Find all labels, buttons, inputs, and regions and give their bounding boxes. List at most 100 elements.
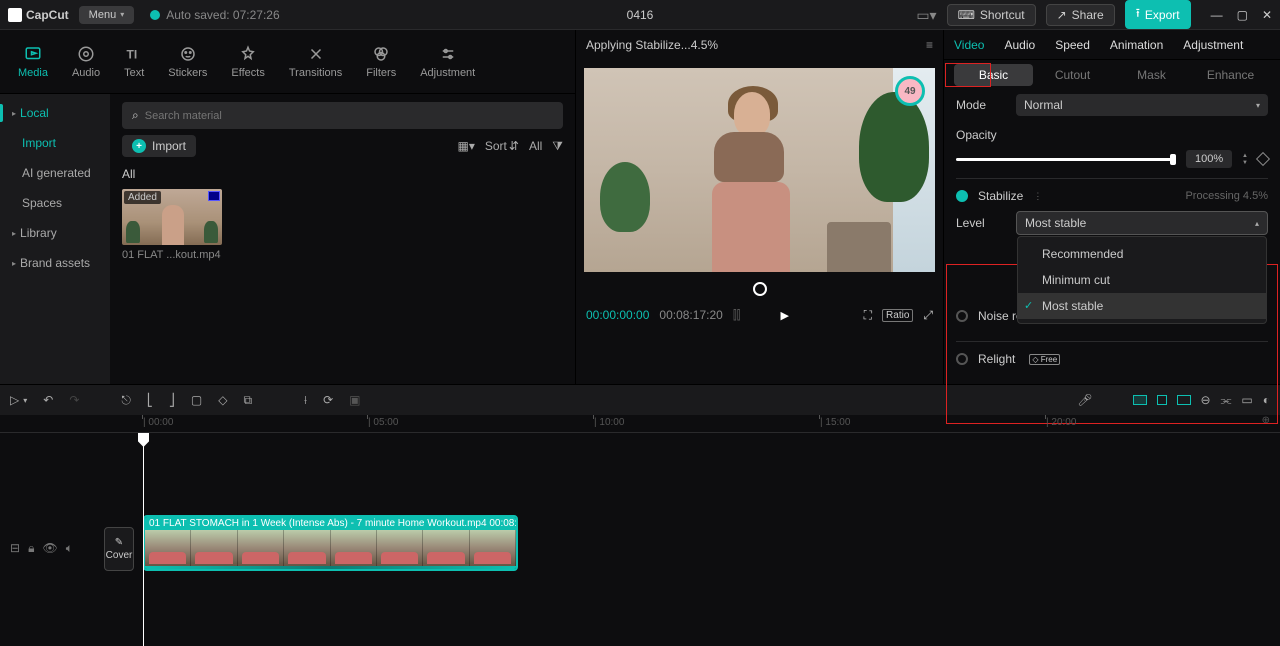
track-collapse-icon[interactable]: ⊟	[10, 541, 20, 556]
minimize-icon[interactable]: —	[1211, 8, 1223, 22]
opacity-slider[interactable]	[956, 158, 1176, 161]
settings-icon[interactable]: ◐	[1263, 393, 1270, 407]
undo-icon[interactable]: ↶	[43, 393, 53, 407]
filter-all-button[interactable]: All	[529, 139, 542, 153]
cover-button[interactable]: ✎ Cover	[104, 527, 134, 571]
search-input[interactable]: ⌕	[122, 102, 563, 129]
tab-text[interactable]: TIText	[112, 39, 156, 85]
filter-icon[interactable]: ⧩	[552, 139, 563, 154]
title-bar: CapCut Menu▾ Auto saved: 07:27:26 0416 ▭…	[0, 0, 1280, 30]
inspector-tab-video[interactable]: Video	[954, 38, 984, 52]
stabilize-checkbox[interactable]	[956, 190, 968, 202]
trim-right-icon[interactable]: ⎦	[169, 393, 175, 407]
mirror-icon[interactable]: ⟊	[304, 393, 307, 408]
stabilize-menu-icon[interactable]: ⋮	[1033, 191, 1042, 202]
keyframe-icon[interactable]	[1256, 152, 1270, 166]
thumbnail-name: 01 FLAT ...kout.mp4	[122, 249, 222, 261]
play-button[interactable]: ▶	[781, 309, 789, 322]
shortcut-button[interactable]: ⌨Shortcut	[947, 4, 1036, 26]
sort-button[interactable]: Sort ⇵	[485, 139, 519, 153]
copy-icon[interactable]: ⧉	[243, 393, 252, 408]
sidebar-item-library[interactable]: ▸Library	[0, 218, 110, 248]
track-toggle-2[interactable]	[1157, 395, 1167, 405]
subtab-basic[interactable]: Basic	[954, 64, 1033, 86]
subtab-enhance[interactable]: Enhance	[1191, 64, 1270, 86]
tab-effects[interactable]: Effects	[219, 39, 276, 85]
close-icon[interactable]: ✕	[1262, 8, 1272, 22]
total-time: 00:08:17:20	[659, 308, 722, 322]
grid-view-icon[interactable]: ▦▾	[457, 139, 474, 153]
tab-transitions[interactable]: Transitions	[277, 39, 354, 85]
compare-icon[interactable]: ⫿⫿	[733, 308, 741, 323]
video-clip[interactable]: 01 FLAT STOMACH in 1 Week (Intense Abs) …	[143, 515, 518, 571]
track-toggle-3[interactable]	[1177, 395, 1191, 405]
media-section: Media Audio TIText Stickers Effects Tran…	[0, 30, 576, 384]
subtab-mask[interactable]: Mask	[1112, 64, 1191, 86]
inspector-tab-speed[interactable]: Speed	[1055, 38, 1090, 52]
project-name[interactable]: 0416	[627, 8, 654, 22]
level-select[interactable]: Most stable▴ Recommended Minimum cut ✓Mo…	[1016, 211, 1268, 235]
timeline-ruler[interactable]: ⊕ | 00:00| 05:00| 10:00| 15:00| 20:00	[0, 415, 1280, 433]
marker-icon[interactable]: ◇	[218, 393, 227, 407]
subtab-cutout[interactable]: Cutout	[1033, 64, 1112, 86]
delete-icon[interactable]: ▢	[191, 393, 202, 407]
tab-stickers[interactable]: Stickers	[156, 39, 219, 85]
logo-text: CapCut	[26, 8, 69, 22]
level-option-recommended[interactable]: Recommended	[1018, 241, 1266, 267]
mode-select[interactable]: Normal▾	[1016, 94, 1268, 116]
sidebar-item-spaces[interactable]: Spaces	[0, 188, 110, 218]
opacity-value[interactable]: 100%	[1186, 150, 1232, 168]
fullscreen-icon[interactable]: ⤢	[923, 308, 933, 323]
redo-icon[interactable]: ↷	[69, 393, 79, 407]
share-button[interactable]: ↗Share	[1046, 4, 1115, 26]
video-preview[interactable]: 49	[584, 68, 935, 272]
pointer-menu-icon[interactable]: ▾	[23, 396, 27, 405]
maximize-icon[interactable]: ▢	[1237, 8, 1248, 22]
import-button[interactable]: +Import	[122, 135, 196, 157]
crop-preview-icon[interactable]: ⛶	[864, 308, 872, 323]
relight-checkbox[interactable]	[956, 353, 968, 365]
tab-adjustment[interactable]: Adjustment	[408, 39, 487, 85]
ratio-button[interactable]: Ratio	[882, 309, 913, 322]
inspector-panel: Video Audio Speed Animation Adjustment B…	[944, 30, 1280, 384]
sidebar-item-brand[interactable]: ▸Brand assets	[0, 248, 110, 278]
mic-icon[interactable]: 🎤︎	[1077, 393, 1092, 407]
current-time: 00:00:00:00	[586, 308, 649, 322]
media-thumbnail[interactable]: Added 01 FLAT ...kout.mp4	[122, 189, 222, 261]
noise-checkbox[interactable]	[956, 310, 968, 322]
track-mute-icon[interactable]: 🔈︎	[66, 541, 73, 556]
level-option-most-stable[interactable]: ✓Most stable	[1018, 293, 1266, 319]
menu-button[interactable]: Menu▾	[79, 6, 135, 24]
track-visibility-icon[interactable]: 👁︎	[42, 541, 57, 556]
sidebar-item-local[interactable]: ▸Local	[0, 98, 110, 128]
level-option-minimum[interactable]: Minimum cut	[1018, 267, 1266, 293]
track-lock-icon[interactable]: 🔒︎	[28, 541, 34, 556]
rotate-icon[interactable]: ⟳	[323, 393, 333, 407]
link-icon[interactable]: ⫘	[1221, 393, 1232, 408]
opacity-stepper[interactable]: ▲▼	[1242, 153, 1248, 166]
inspector-tab-animation[interactable]: Animation	[1110, 38, 1163, 52]
layout-icon[interactable]: ▭▾	[916, 8, 936, 22]
inspector-tab-audio[interactable]: Audio	[1004, 38, 1035, 52]
ruler-tick: | 10:00	[594, 417, 624, 428]
ruler-tick: | 15:00	[820, 417, 850, 428]
split-icon[interactable]: ⎋	[121, 393, 131, 408]
inspector-tab-adjustment[interactable]: Adjustment	[1183, 38, 1243, 52]
tab-filters[interactable]: Filters	[354, 39, 408, 85]
timeline-body[interactable]: ⊟ 🔒︎ 👁︎ 🔈︎ ✎ Cover 01 FLAT STOMACH in 1 …	[0, 433, 1280, 646]
magnet-icon[interactable]: ⊖	[1201, 393, 1211, 407]
preview-icon[interactable]: ▭	[1241, 393, 1252, 407]
video-subtabs: Basic Cutout Mask Enhance	[944, 60, 1280, 86]
sidebar-item-import[interactable]: Import	[0, 128, 110, 158]
track-toggle-1[interactable]	[1133, 395, 1147, 405]
player-menu-icon[interactable]: ≡	[926, 39, 933, 51]
section-tabs: Media Audio TIText Stickers Effects Tran…	[0, 30, 575, 94]
trim-left-icon[interactable]: ⎣	[147, 393, 153, 407]
export-button[interactable]: ⭱Export	[1125, 0, 1191, 29]
zoom-icon[interactable]: ⊕	[1262, 415, 1270, 426]
crop-icon[interactable]: ▣	[349, 393, 360, 407]
sidebar-item-ai[interactable]: AI generated	[0, 158, 110, 188]
tab-audio[interactable]: Audio	[60, 39, 112, 85]
tab-media[interactable]: Media	[6, 39, 60, 85]
pointer-tool-icon[interactable]: ▷	[10, 393, 19, 407]
